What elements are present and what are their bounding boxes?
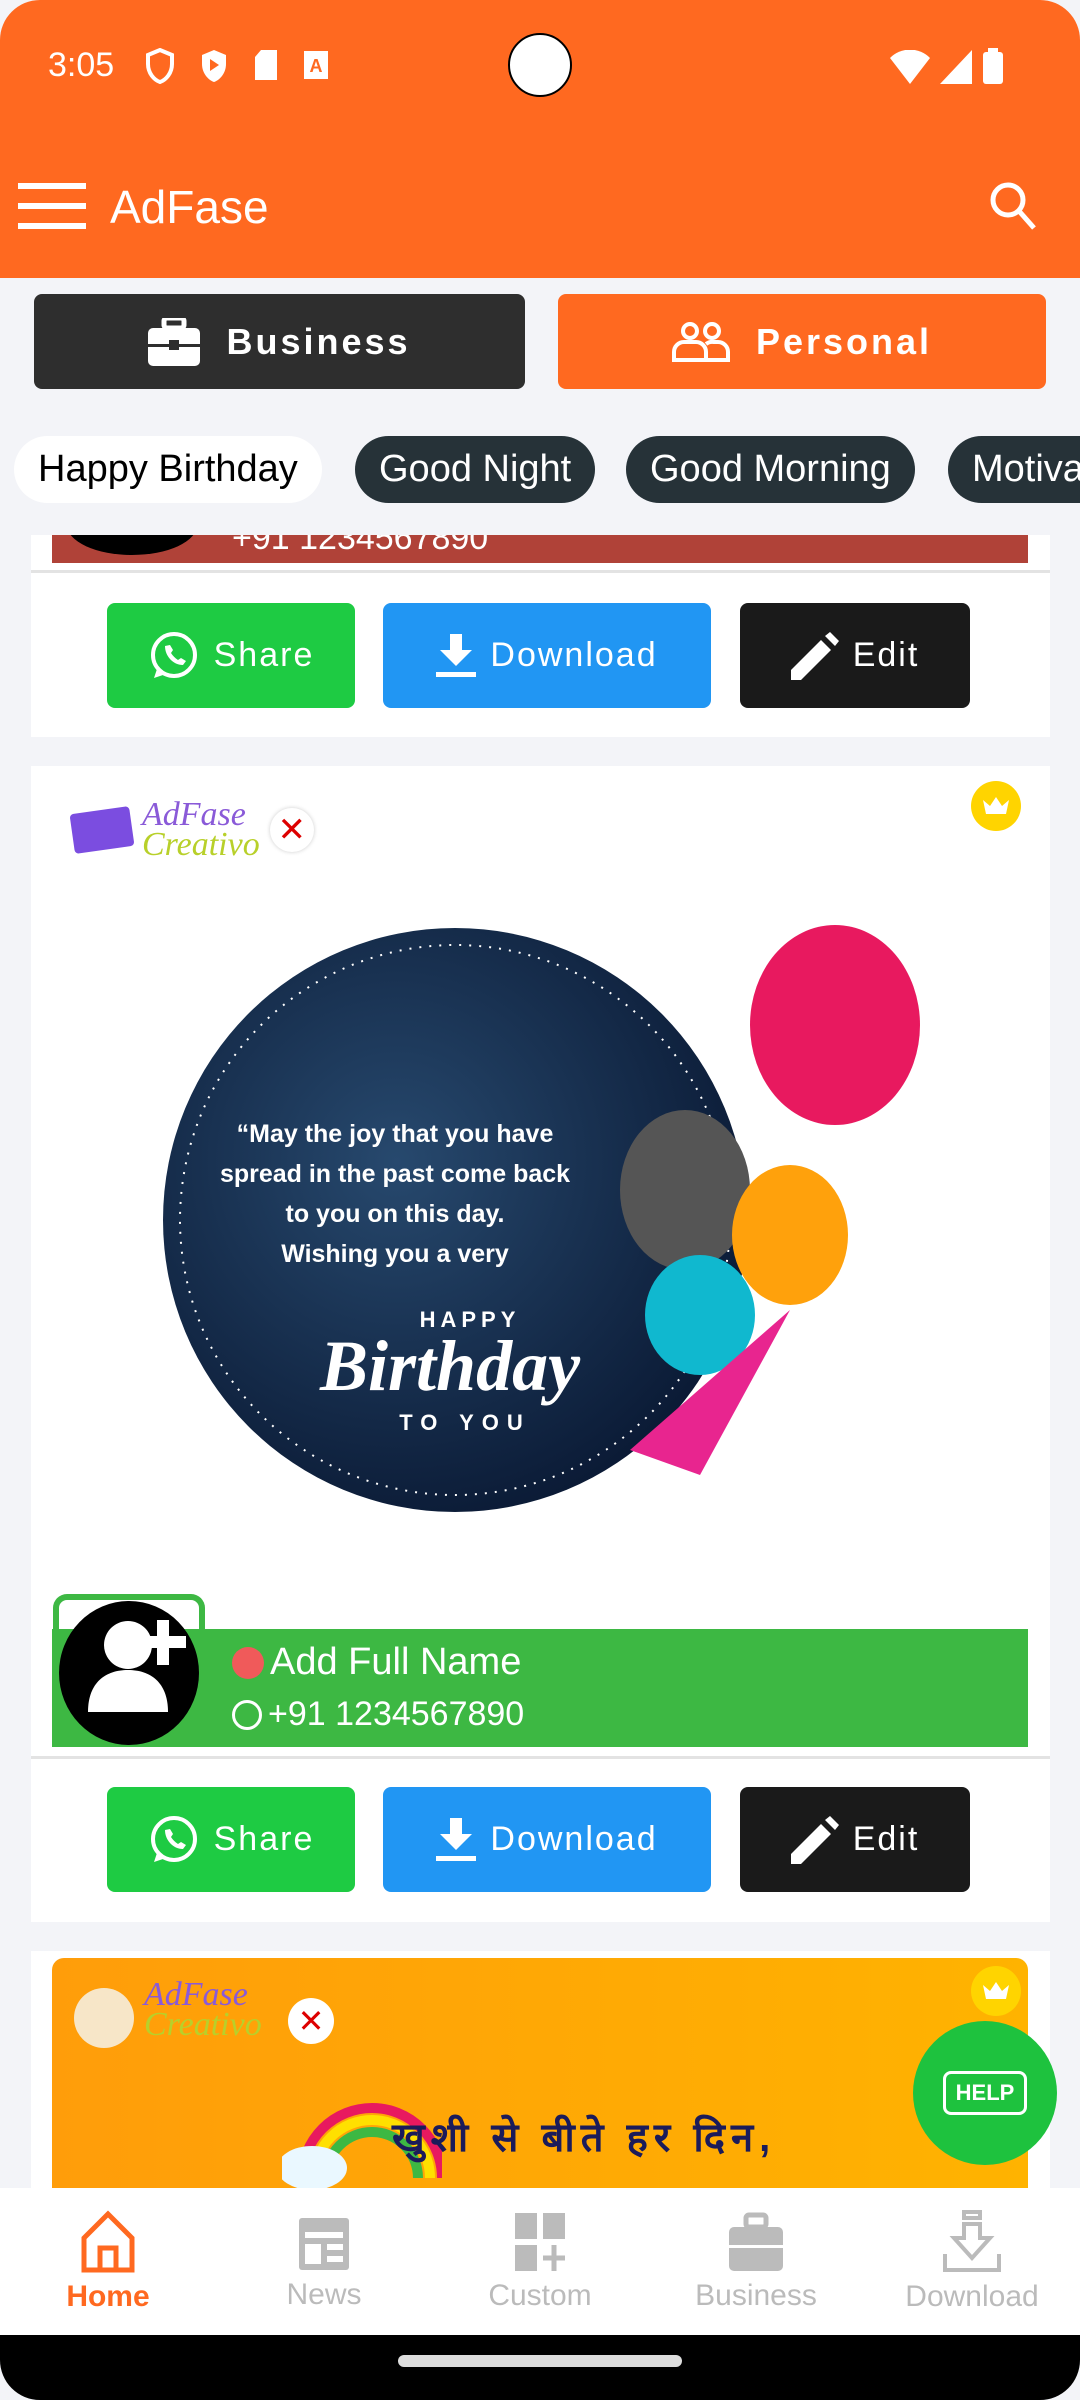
pencil-icon — [790, 1815, 839, 1864]
divider — [31, 570, 1050, 573]
chip-label: Good Morning — [650, 448, 891, 490]
nav-label: Custom — [488, 2278, 592, 2312]
segment-business[interactable]: Business — [34, 294, 525, 389]
button-label: Download — [490, 1820, 658, 1858]
help-button[interactable]: HELP — [913, 2021, 1057, 2165]
segment-label: Business — [226, 320, 411, 362]
status-right-icons — [890, 48, 1004, 84]
camera-cutout — [508, 33, 572, 97]
status-time: 3:05 — [48, 46, 115, 84]
signal-icon — [940, 50, 972, 84]
phone-text[interactable]: +91 1234567890 — [268, 1695, 524, 1734]
help-label: HELP — [942, 2071, 1028, 2115]
quote-line: “May the joy that you have — [237, 1120, 554, 1148]
nav-label: News — [286, 2277, 362, 2311]
chip-label: Good Night — [379, 448, 572, 490]
chip-happy-birthday[interactable]: Happy Birthday — [14, 436, 322, 503]
logo-text: Creativo — [144, 2006, 262, 2043]
button-label: Edit — [852, 636, 920, 674]
button-label: Share — [213, 636, 315, 674]
chip-label: Motiva — [972, 448, 1080, 490]
nav-news[interactable]: News — [216, 2188, 432, 2335]
quote-line: to you on this day. — [286, 1200, 505, 1228]
bottom-nav: Home News Custom Business Download — [0, 2188, 1080, 2335]
shield-icon — [146, 48, 174, 84]
download-tray-icon — [943, 2209, 1001, 2272]
template-image: AdFase Creativo ✕ खुशी से बीते हर दिन, — [52, 1958, 1028, 2188]
quote-line: spread in the past come back — [220, 1160, 570, 1188]
button-label: Share — [213, 1820, 315, 1858]
segment-label: Personal — [755, 320, 933, 362]
app-title: AdFase — [110, 181, 269, 233]
premium-crown-icon[interactable] — [970, 1965, 1022, 2017]
segment-personal[interactable]: Personal — [558, 294, 1046, 389]
search-icon[interactable] — [988, 180, 1038, 232]
custom-icon — [515, 2212, 565, 2271]
hamburger-icon[interactable] — [18, 183, 86, 229]
birthday-template-image: “May the joy that you have spread in the… — [163, 925, 920, 1512]
remove-logo-icon[interactable]: ✕ — [288, 1998, 334, 2044]
download-icon — [436, 1817, 477, 1861]
share-button[interactable]: Share — [107, 603, 355, 708]
button-label: Edit — [852, 1820, 920, 1858]
download-button[interactable]: Download — [383, 1787, 711, 1892]
nav-label: Home — [66, 2279, 150, 2313]
logo-text: Creativo — [142, 826, 260, 863]
add-photo-avatar[interactable] — [58, 1600, 200, 1745]
logo-badge — [69, 806, 135, 854]
battery-icon — [983, 48, 1003, 84]
nav-business[interactable]: Business — [648, 2188, 864, 2335]
news-icon — [299, 2217, 349, 2270]
home-gesture-handle[interactable] — [398, 2355, 682, 2367]
briefcase-icon — [729, 2212, 783, 2271]
sd-card-icon — [255, 50, 277, 80]
chip-good-morning[interactable]: Good Morning — [626, 436, 915, 503]
to-you-text: TO YOU — [399, 1410, 531, 1435]
quote-line: Wishing you a very — [281, 1240, 509, 1268]
download-icon — [436, 633, 477, 677]
nav-label: Business — [695, 2278, 817, 2312]
remove-logo-icon[interactable]: ✕ — [269, 808, 314, 852]
wifi-icon — [890, 50, 930, 84]
nav-label: Download — [905, 2279, 1039, 2313]
phone-text: +91 1234567890 — [232, 535, 489, 557]
pencil-icon — [790, 631, 839, 680]
gesture-bar-area — [0, 2335, 1080, 2400]
edit-button[interactable]: Edit — [740, 603, 970, 708]
full-name-text[interactable]: Add Full Name — [270, 1641, 521, 1684]
status-icons: A — [145, 48, 329, 84]
chip-label: Happy Birthday — [38, 448, 298, 490]
whatsapp-icon — [150, 1815, 197, 1862]
play-shield-icon — [202, 50, 226, 82]
whatsapp-icon — [232, 1699, 262, 1730]
button-label: Download — [490, 636, 658, 674]
edit-button[interactable]: Edit — [740, 1787, 970, 1892]
briefcase-icon — [148, 317, 201, 366]
premium-crown-icon[interactable] — [970, 780, 1022, 832]
download-button[interactable]: Download — [383, 603, 711, 708]
font-a-icon: A — [304, 51, 328, 79]
chip-motivation[interactable]: Motiva — [948, 436, 1080, 503]
name-bar: +91 1234567890 — [52, 535, 1028, 563]
people-icon — [671, 321, 730, 362]
share-button[interactable]: Share — [107, 1787, 355, 1892]
user-icon — [232, 1646, 264, 1679]
nav-download[interactable]: Download — [864, 2188, 1080, 2335]
divider — [31, 1756, 1050, 1759]
whatsapp-icon — [150, 631, 197, 678]
hindi-text: खुशी से बीते हर दिन, — [392, 2116, 777, 2160]
chip-good-night[interactable]: Good Night — [355, 436, 596, 503]
logo-badge — [74, 1988, 134, 2048]
nav-home[interactable]: Home — [0, 2188, 216, 2335]
svg-text:A: A — [310, 56, 323, 76]
brand-logo: AdFase Creativo ✕ — [69, 798, 314, 863]
nav-custom[interactable]: Custom — [432, 2188, 648, 2335]
home-icon — [81, 2209, 135, 2272]
birthday-text: Birthday — [319, 1326, 581, 1406]
